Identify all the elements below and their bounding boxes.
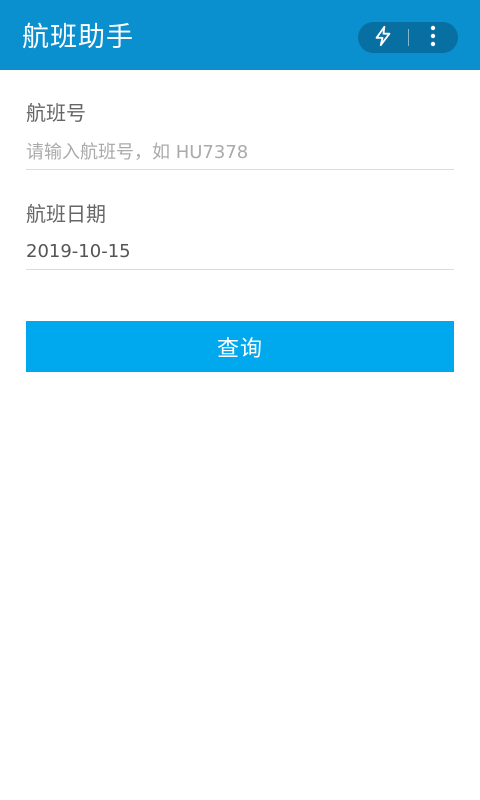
app-title: 航班助手 <box>22 22 134 53</box>
more-vertical-icon <box>429 25 437 51</box>
flight-date-input[interactable] <box>26 233 454 269</box>
query-button[interactable]: 查询 <box>26 321 454 372</box>
more-button[interactable] <box>408 22 458 53</box>
top-app-bar: 航班助手 <box>0 0 480 70</box>
lightning-button[interactable] <box>358 22 408 53</box>
action-pill <box>358 22 458 53</box>
flight-number-input[interactable] <box>26 134 454 170</box>
flight-date-underline <box>26 269 454 270</box>
app-screen: 航班助手 航班号 请输入航班号，如 HU7378 航班日期 2019-10-15… <box>0 0 480 800</box>
lightning-icon <box>372 25 394 51</box>
flight-date-label: 航班日期 <box>26 202 106 226</box>
flight-number-underline <box>26 169 454 170</box>
flight-number-label: 航班号 <box>26 101 86 125</box>
